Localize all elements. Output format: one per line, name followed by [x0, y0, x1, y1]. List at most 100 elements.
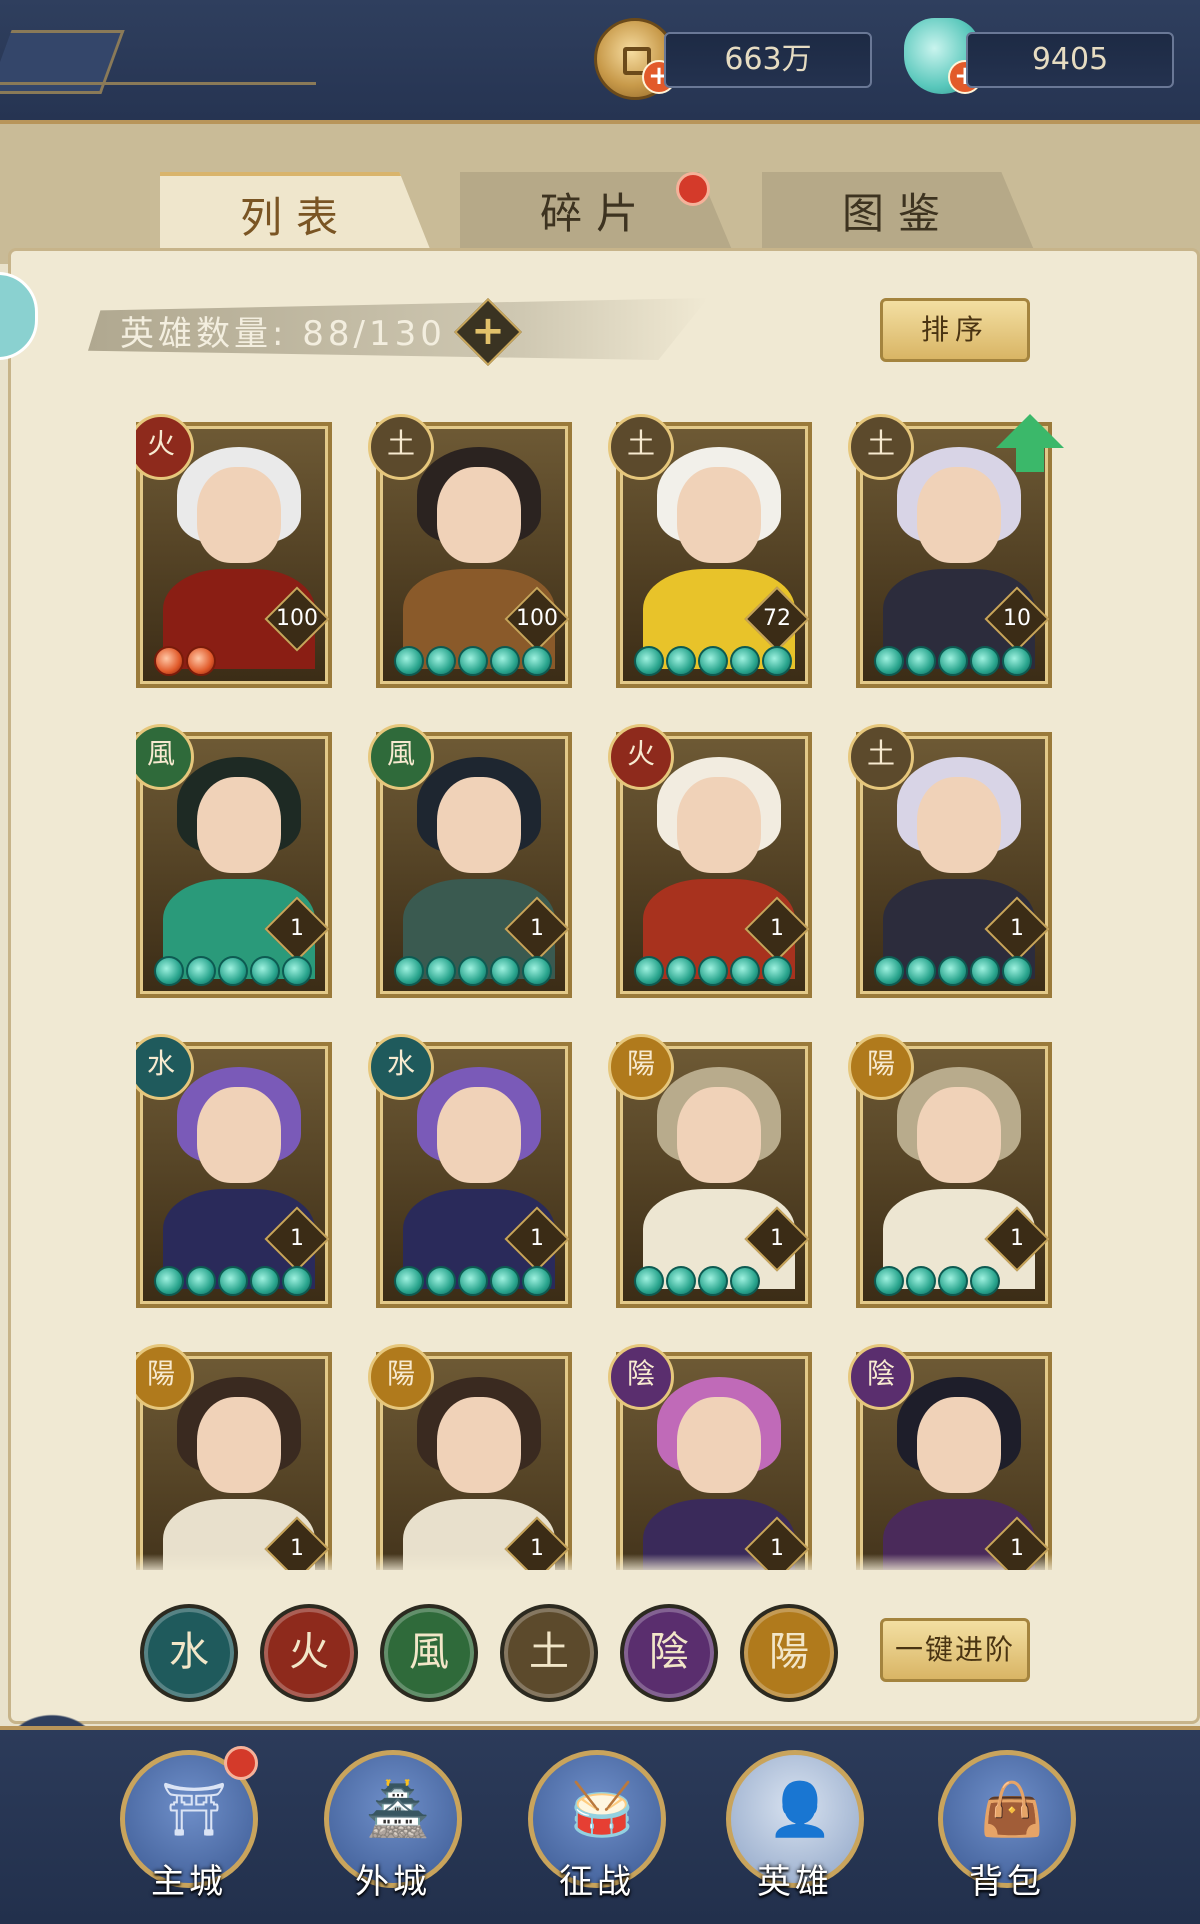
hero-star-rating	[394, 956, 554, 986]
star-icon	[154, 1266, 184, 1296]
hero-face	[677, 1087, 761, 1183]
hero-level: 1	[530, 916, 544, 941]
hero-star-rating	[634, 646, 794, 676]
bag-icon: 👜	[979, 1780, 1045, 1840]
sort-button[interactable]: 排序	[880, 298, 1030, 362]
element-filter-button[interactable]: 陽	[740, 1604, 838, 1702]
hero-card[interactable]: 水1	[368, 1034, 572, 1308]
nav-item[interactable]: 👤 英雄	[726, 1750, 866, 1910]
star-icon	[874, 646, 904, 676]
hero-star-rating	[874, 1266, 1002, 1296]
star-icon	[730, 956, 760, 986]
nav-item[interactable]: 🏯 外城	[324, 1750, 464, 1910]
star-icon	[154, 956, 184, 986]
star-icon	[938, 646, 968, 676]
star-icon	[906, 956, 936, 986]
hero-count-value: 88/130	[302, 314, 446, 354]
element-badge: 風	[368, 724, 434, 790]
nav-item[interactable]: ⛩ 主城	[120, 1746, 260, 1910]
hero-star-rating	[154, 1266, 314, 1296]
hero-card[interactable]: 風1	[368, 724, 572, 998]
hero-level: 10	[1003, 606, 1031, 631]
star-icon	[394, 1266, 424, 1296]
hero-face	[437, 467, 521, 563]
hero-star-rating	[154, 956, 314, 986]
element-badge: 水	[368, 1034, 434, 1100]
star-icon	[426, 956, 456, 986]
hero-level: 1	[530, 1536, 544, 1561]
element-badge: 土	[368, 414, 434, 480]
header-divider	[0, 82, 316, 85]
shell-amount: 9405	[966, 32, 1174, 88]
element-badge: 火	[608, 724, 674, 790]
hero-card[interactable]: 土 10	[848, 414, 1064, 688]
star-icon	[970, 1266, 1000, 1296]
hero-star-rating	[634, 1266, 762, 1296]
hero-card[interactable]: 土 72	[608, 414, 812, 688]
star-icon	[698, 1266, 728, 1296]
star-icon	[490, 956, 520, 986]
one-click-advance-button[interactable]: 一键进阶	[880, 1618, 1030, 1682]
hero-level: 1	[290, 1536, 304, 1561]
star-icon	[634, 646, 664, 676]
grid-scroll-fade	[100, 1554, 1100, 1574]
hero-level: 72	[763, 606, 791, 631]
element-badge: 陽	[608, 1034, 674, 1100]
hero-card[interactable]: 陽1	[848, 1034, 1052, 1308]
star-icon	[970, 646, 1000, 676]
element-filter-button[interactable]: 火	[260, 1604, 358, 1702]
star-icon	[522, 646, 552, 676]
hero-card[interactable]: 土1	[848, 724, 1052, 998]
element-filter-button[interactable]: 土	[500, 1604, 598, 1702]
star-icon	[1002, 956, 1032, 986]
hero-card[interactable]: 陽1	[608, 1034, 812, 1308]
star-icon	[874, 1266, 904, 1296]
star-icon	[938, 956, 968, 986]
star-icon	[730, 1266, 760, 1296]
star-icon	[186, 1266, 216, 1296]
hero-face	[917, 777, 1001, 873]
element-badge: 土	[848, 414, 914, 480]
hero-card[interactable]: 風1	[136, 724, 332, 998]
hero-level: 1	[290, 916, 304, 941]
element-badge: 土	[608, 414, 674, 480]
hero-level: 100	[276, 606, 318, 631]
star-icon	[1002, 646, 1032, 676]
hero-card[interactable]: 陰1	[608, 1344, 812, 1570]
hero-level: 1	[290, 1226, 304, 1251]
element-filter-button[interactable]: 風	[380, 1604, 478, 1702]
hero-card[interactable]: 陽1	[136, 1344, 332, 1570]
hero-count: 英雄数量: 88/130	[120, 306, 446, 355]
hero-card[interactable]: 土 100	[368, 414, 572, 688]
hero-card[interactable]: 水1	[136, 1034, 332, 1308]
star-icon	[698, 956, 728, 986]
element-filter-button[interactable]: 陰	[620, 1604, 718, 1702]
hero-card[interactable]: 陽1	[368, 1344, 572, 1570]
star-icon	[218, 956, 248, 986]
star-icon	[938, 1266, 968, 1296]
hero-face	[197, 1087, 281, 1183]
tab-codex[interactable]: 图鉴	[762, 172, 1034, 250]
nav-item[interactable]: 🥁 征战	[528, 1750, 668, 1910]
hero-count-label: 英雄数量:	[120, 314, 288, 354]
tab-list[interactable]: 列表	[160, 172, 432, 254]
hero-level: 1	[1010, 916, 1024, 941]
hero-face	[917, 1397, 1001, 1493]
element-filter-button[interactable]: 水	[140, 1604, 238, 1702]
hero-face	[197, 1397, 281, 1493]
hero-grid: 火 100 土 100 土 72 土 10 風 1 風 1 火 1 土 1 水 1 水 1 陽 1 陽 1 陽 1 陽 1 陰 1 陰 1	[136, 408, 1064, 1570]
hero-card[interactable]: 陰1	[848, 1344, 1052, 1570]
star-icon	[698, 646, 728, 676]
nav-notification-dot	[224, 1746, 258, 1780]
star-icon	[634, 956, 664, 986]
star-icon	[250, 956, 280, 986]
nav-label: 外城	[355, 1862, 431, 1902]
star-icon	[634, 1266, 664, 1296]
hero-card[interactable]: 火1	[608, 724, 812, 998]
nav-label: 征战	[559, 1862, 635, 1902]
nav-item[interactable]: 👜 背包	[938, 1750, 1078, 1910]
hero-card[interactable]: 火 100	[136, 414, 332, 688]
star-icon	[186, 956, 216, 986]
star-icon	[522, 956, 552, 986]
hero-star-rating	[874, 646, 1034, 676]
